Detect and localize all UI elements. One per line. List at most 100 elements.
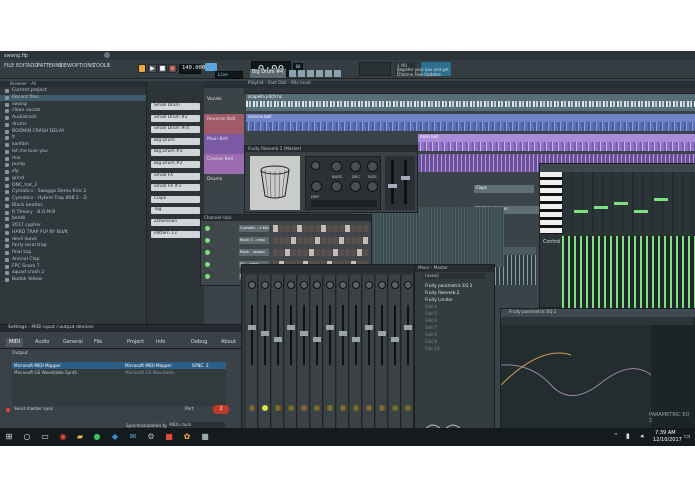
pan-knob[interactable] <box>261 281 269 289</box>
fader-wet[interactable] <box>388 184 397 188</box>
channel-button[interactable]: Small FX #3 <box>151 184 200 192</box>
pan-knob[interactable] <box>339 281 347 289</box>
port-value[interactable]: 2 <box>213 405 229 414</box>
route-indicator[interactable] <box>314 405 320 411</box>
track-chorus-bell[interactable]: Chorus Bell <box>204 154 244 174</box>
fader-handle[interactable] <box>326 325 334 330</box>
step-button[interactable] <box>303 225 308 232</box>
spotify-icon[interactable]: ● <box>92 432 102 442</box>
mixer-slot[interactable]: Fruity Limiter <box>419 297 491 303</box>
route-indicator[interactable] <box>249 405 255 411</box>
browser-item[interactable]: swang <box>0 102 146 108</box>
knob-6[interactable] <box>331 181 342 192</box>
route-indicator[interactable] <box>353 405 359 411</box>
taskbar-time[interactable]: 7:39 AM <box>655 430 676 436</box>
app-icon[interactable]: ■ <box>164 432 174 442</box>
knob-7[interactable] <box>350 181 361 192</box>
step-button[interactable] <box>321 249 326 256</box>
cortana-icon[interactable]: ○ <box>22 432 32 442</box>
fader-handle[interactable] <box>261 331 269 336</box>
step-button[interactable] <box>309 225 314 232</box>
rack-row[interactable]: Rock - stomp <box>203 248 369 257</box>
browser-item[interactable]: devil leave <box>0 237 146 243</box>
browser-item[interactable]: final tag <box>0 250 146 256</box>
store-icon[interactable]: ◆ <box>110 432 120 442</box>
mixer-slot[interactable]: Fruity Reeverb 2 <box>419 290 491 296</box>
mixer-current[interactable]: (none) <box>423 273 485 279</box>
pan-knob[interactable] <box>313 281 321 289</box>
fader-dry[interactable] <box>401 176 410 180</box>
route-indicator[interactable] <box>301 405 307 411</box>
note[interactable] <box>594 206 608 209</box>
send-sync-led[interactable] <box>6 408 10 412</box>
step-button[interactable] <box>321 237 326 244</box>
route-indicator[interactable] <box>379 405 385 411</box>
tab-about[interactable]: About <box>218 338 239 347</box>
menu-edit[interactable]: EDIT <box>16 63 28 69</box>
mail-icon[interactable]: ✉ <box>128 432 138 442</box>
toolbar-icon-5[interactable] <box>325 70 332 77</box>
tray-chevron-icon[interactable]: ⌃ <box>613 432 619 440</box>
mixer-strip[interactable] <box>311 275 323 443</box>
browser-item[interactable]: clean vocals <box>0 108 146 114</box>
tab-project[interactable]: Project <box>124 338 147 347</box>
menu-help[interactable]: ? <box>107 63 110 69</box>
piano-keys[interactable] <box>540 172 562 234</box>
track-drums[interactable]: Drums <box>204 174 244 194</box>
step-button[interactable] <box>345 249 350 256</box>
app-icon-2[interactable]: ■ <box>200 432 210 442</box>
toolbar-icon-4[interactable] <box>316 70 323 77</box>
step-button[interactable] <box>351 237 356 244</box>
step-button[interactable] <box>309 249 314 256</box>
track-vocals[interactable]: Vocals <box>204 94 244 114</box>
mute-led[interactable] <box>205 226 210 231</box>
track-reverse-bell[interactable]: Reverse Bell <box>204 114 244 134</box>
route-indicator[interactable] <box>275 405 281 411</box>
route-indicator[interactable] <box>327 405 333 411</box>
chrome-icon[interactable]: ◉ <box>58 432 68 442</box>
step-button[interactable] <box>345 237 350 244</box>
tempo-display[interactable]: 140.000 <box>179 64 205 74</box>
step-button[interactable] <box>303 249 308 256</box>
browser-item[interactable]: FPC Snare 7 <box>0 264 146 270</box>
route-indicator[interactable] <box>288 405 294 411</box>
tab-debug[interactable]: Debug <box>188 338 210 347</box>
browser-item[interactable]: Audiotrack <box>0 115 146 121</box>
step-button[interactable] <box>327 237 332 244</box>
toolbar-icon-3[interactable] <box>307 70 314 77</box>
fader-handle[interactable] <box>404 325 412 330</box>
channel-button[interactable]: Pattern 13 <box>151 230 200 238</box>
pan-knob[interactable] <box>326 281 334 289</box>
route-indicator[interactable] <box>405 405 411 411</box>
mixer-slot[interactable]: Slot 10 <box>419 346 491 352</box>
note[interactable] <box>614 202 628 205</box>
browser-item[interactable]: Cymatics - Hybrid Trap 808 2 - D <box>0 196 146 202</box>
channel-button[interactable]: Small Drum #/4 <box>151 126 200 134</box>
mixer-slot[interactable]: Slot 9 <box>419 339 491 345</box>
tab-midi[interactable]: MIDI <box>6 338 24 347</box>
settings-icon[interactable]: ⚙ <box>146 432 156 442</box>
knob-8[interactable] <box>367 181 378 192</box>
step-button[interactable] <box>291 249 296 256</box>
step-button[interactable] <box>339 225 344 232</box>
step-button[interactable] <box>279 237 284 244</box>
toolbar-icon-2[interactable] <box>298 70 305 77</box>
step-button[interactable] <box>333 249 338 256</box>
fader-handle[interactable] <box>365 325 373 330</box>
channel-button[interactable]: Small Drum <box>151 103 200 110</box>
step-button[interactable] <box>339 237 344 244</box>
knob-size[interactable] <box>367 161 378 172</box>
step-button[interactable] <box>333 225 338 232</box>
note[interactable] <box>634 210 648 213</box>
pan-knob[interactable] <box>300 281 308 289</box>
step-button[interactable] <box>363 249 368 256</box>
metronome-icon[interactable] <box>205 63 217 71</box>
clip-main-bell[interactable]: main bell <box>418 134 695 142</box>
knob-bass[interactable] <box>331 161 342 172</box>
file-explorer-icon[interactable]: ▰ <box>75 432 85 442</box>
mixer-strip[interactable] <box>246 275 258 443</box>
route-indicator[interactable] <box>340 405 346 411</box>
fader-handle[interactable] <box>313 337 321 342</box>
mixer-strip[interactable] <box>402 275 414 443</box>
browser-item[interactable]: Recent files <box>0 94 146 101</box>
